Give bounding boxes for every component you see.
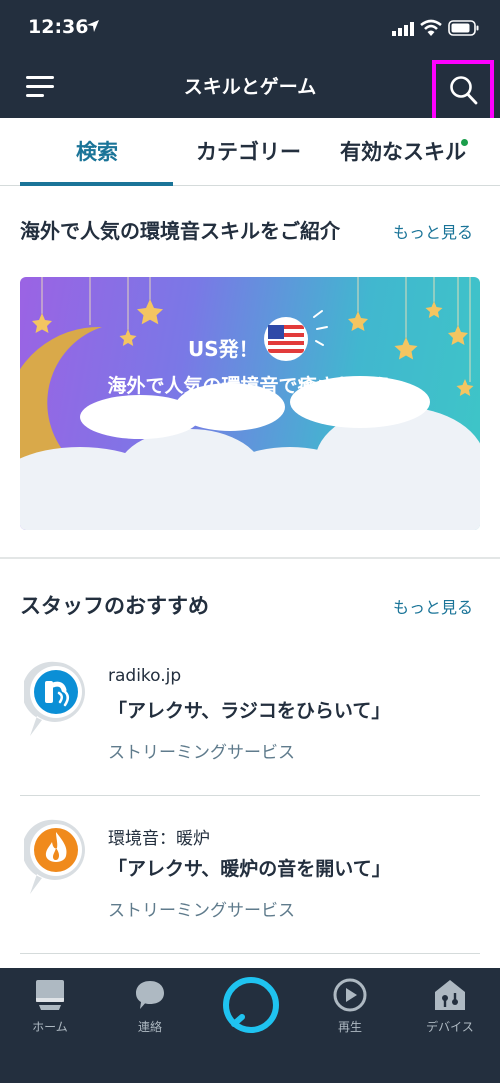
notification-dot (461, 139, 468, 146)
bottom-navigation: ホーム 連絡 再生 デバイス (0, 968, 500, 1083)
list-divider (20, 953, 480, 954)
search-icon (450, 76, 478, 105)
location-arrow-icon (87, 20, 99, 32)
search-button[interactable] (432, 60, 494, 122)
cellular-signal-icon (392, 22, 414, 36)
nav-devices[interactable]: デバイス (410, 978, 490, 1035)
active-tab-indicator (20, 182, 173, 186)
section-divider (0, 557, 500, 559)
nav-devices-label: デバイス (426, 1020, 474, 1034)
tab-bar: 検索 カテゴリー 有効なスキル (0, 118, 500, 186)
staff-picks-title: スタッフのおすすめ (20, 594, 209, 618)
battery-icon (448, 20, 479, 36)
nav-play[interactable]: 再生 (310, 978, 390, 1035)
featured-section-title: 海外で人気の環境音スキルをご紹介 (20, 219, 340, 243)
nav-home[interactable]: ホーム (10, 978, 90, 1035)
skill-list-item[interactable]: radiko.jp 「アレクサ、ラジコをひらいて」 ストリーミングサービス (0, 654, 500, 794)
play-icon (333, 978, 367, 1012)
page-title: スキルとゲーム (183, 76, 317, 98)
nav-home-label: ホーム (32, 1020, 68, 1034)
tab-search[interactable]: 検索 (76, 136, 118, 166)
nav-communicate[interactable]: 連絡 (110, 978, 190, 1035)
skill-list-item[interactable]: 環境音：暖炉 「アレクサ、暖炉の音を開いて」 ストリーミングサービス (0, 812, 500, 952)
featured-more-link[interactable]: もっと見る (393, 219, 473, 243)
nav-communicate-label: 連絡 (137, 1020, 162, 1034)
nav-play-label: 再生 (337, 1020, 362, 1034)
skill-category: ストリーミングサービス (108, 743, 295, 763)
fireplace-icon (24, 819, 85, 894)
tab-enabled-skills[interactable]: 有効なスキル (340, 136, 466, 166)
banner-artwork (20, 277, 480, 530)
banner-subheadline: 海外で人気の環境音で癒されよう (107, 375, 393, 397)
skill-category: ストリーミングサービス (108, 901, 295, 921)
app-header: 12:36 スキルとゲーム (0, 0, 500, 122)
wifi-icon (420, 19, 442, 36)
skill-name: 環境音：暖炉 (108, 829, 210, 849)
skill-name: radiko.jp (108, 666, 182, 686)
radiko-icon (24, 661, 85, 736)
alexa-button[interactable] (222, 976, 280, 1034)
devices-house-icon (435, 980, 465, 1010)
home-echo-icon (36, 980, 64, 1010)
tab-category[interactable]: カテゴリー (196, 136, 301, 166)
alexa-ring-icon (223, 977, 279, 1033)
skill-invocation: 「アレクサ、ラジコをひらいて」 (108, 700, 391, 722)
featured-banner[interactable]: US発！ 海外で人気の環境音で癒されよう (20, 277, 480, 530)
staff-picks-more-link[interactable]: もっと見る (393, 594, 473, 618)
list-divider (20, 795, 480, 796)
banner-headline: US発！ (188, 337, 259, 361)
skill-invocation: 「アレクサ、暖炉の音を開いて」 (108, 858, 391, 880)
chat-bubble-icon (136, 981, 164, 1009)
status-bar: 12:36 (0, 0, 500, 58)
status-time: 12:36 (28, 16, 89, 38)
